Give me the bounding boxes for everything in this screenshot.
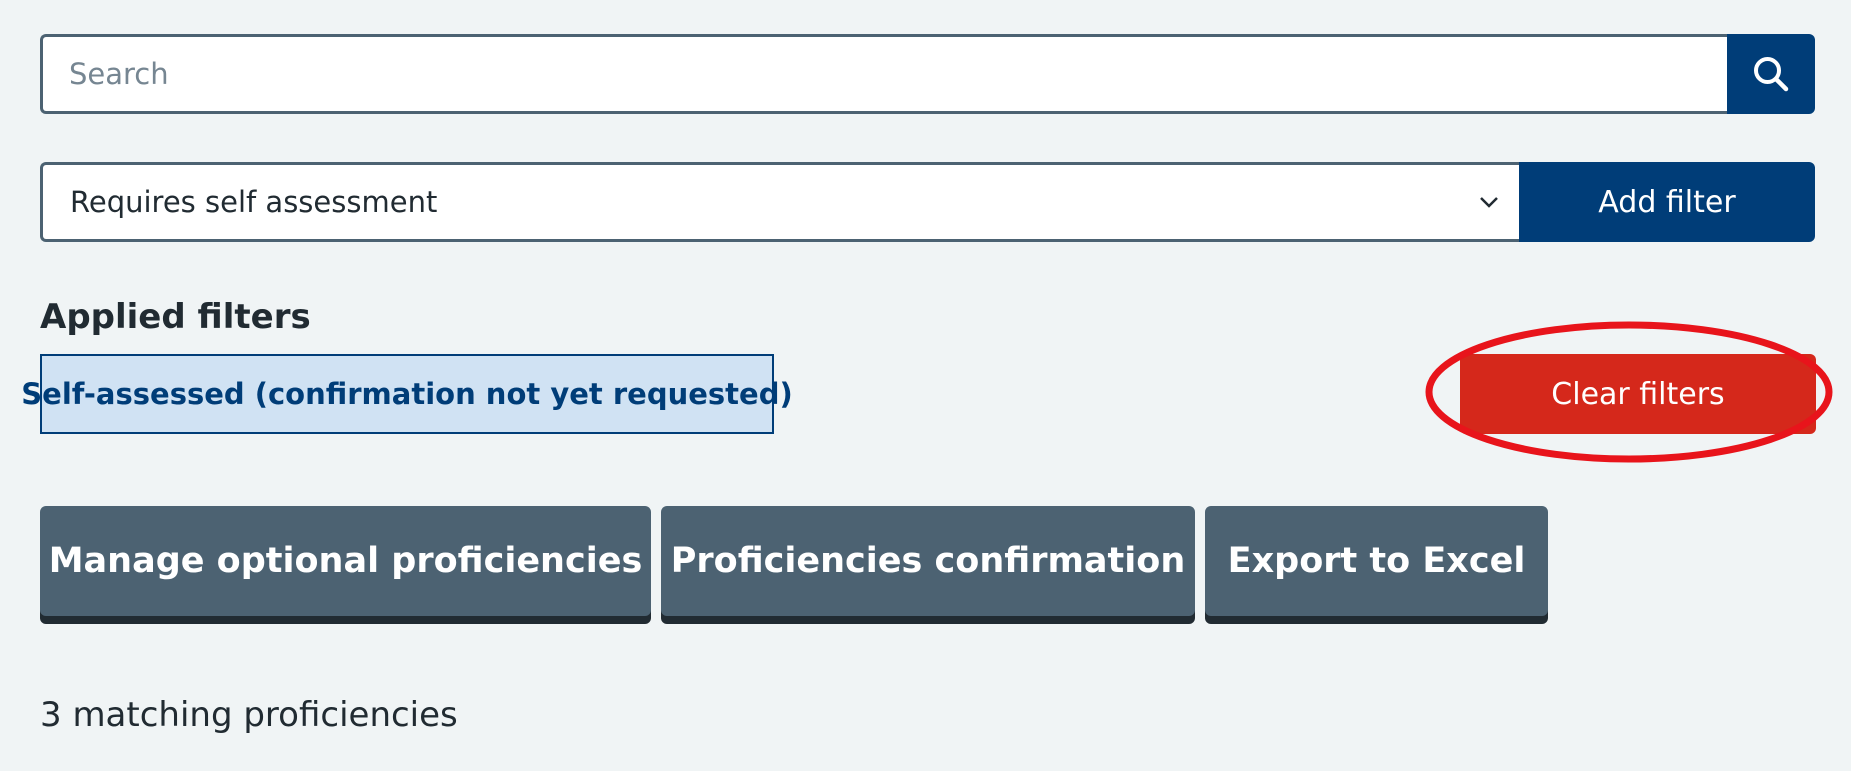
search-icon: [1752, 55, 1790, 93]
manage-optional-proficiencies-button[interactable]: Manage optional proficiencies: [40, 506, 651, 616]
result-count: 3 matching proficiencies: [40, 695, 458, 735]
search-button[interactable]: [1727, 34, 1815, 114]
proficiencies-confirmation-button[interactable]: Proficiencies confirmation: [661, 506, 1195, 616]
action-buttons: Manage optional proficiencies Proficienc…: [40, 506, 1548, 616]
clear-filters-button[interactable]: Clear filters: [1460, 354, 1816, 434]
chevron-down-icon: [1479, 196, 1499, 208]
add-filter-button[interactable]: Add filter: [1519, 162, 1815, 242]
applied-filters-heading: Applied filters: [40, 297, 311, 337]
filter-select[interactable]: Requires self assessment: [40, 162, 1519, 242]
export-to-excel-button[interactable]: Export to Excel: [1205, 506, 1548, 616]
filter-bar: Requires self assessment Add filter: [40, 162, 1815, 242]
filter-select-value: Requires self assessment: [70, 185, 438, 219]
applied-filter-tag[interactable]: Self-assessed (confirmation not yet requ…: [21, 354, 793, 434]
search-bar: [40, 34, 1815, 114]
search-input[interactable]: [40, 34, 1727, 114]
